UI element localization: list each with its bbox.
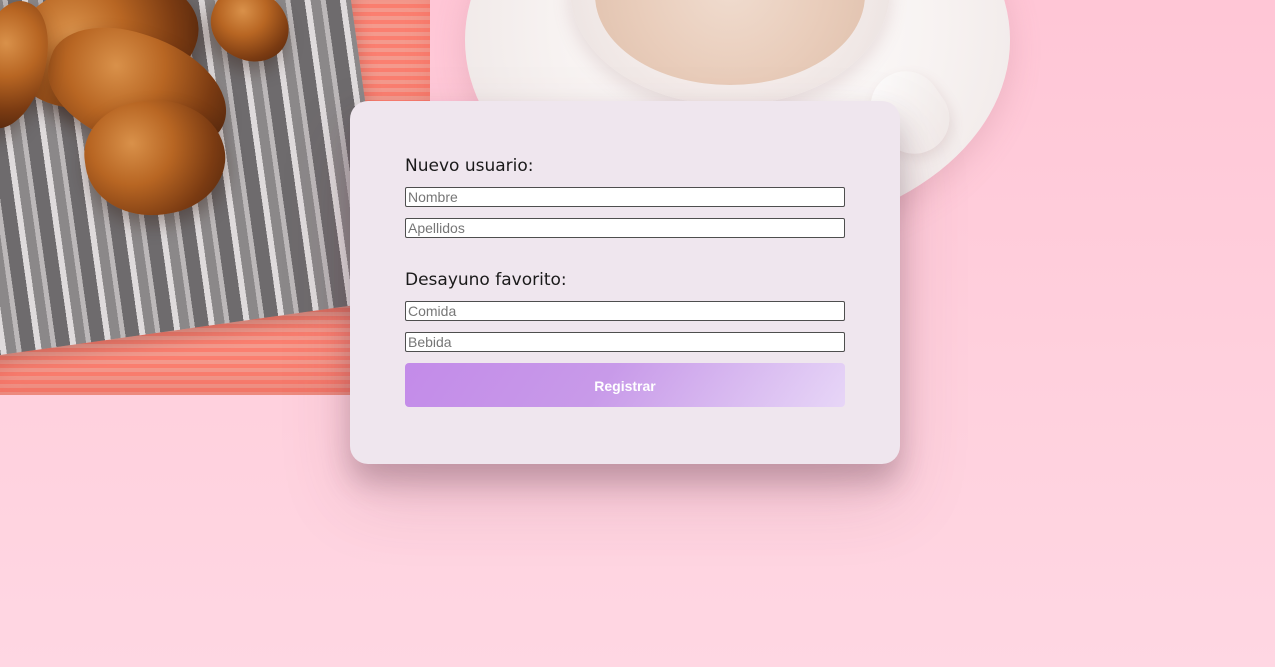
registration-form: Nuevo usuario: Desayuno favorito: Regist… [405, 156, 845, 407]
last-name-input[interactable] [405, 218, 845, 238]
form-spacing [405, 290, 845, 301]
first-name-input[interactable] [405, 187, 845, 207]
section-spacing [405, 238, 845, 270]
form-spacing [405, 207, 845, 218]
drink-input[interactable] [405, 332, 845, 352]
registration-card: Nuevo usuario: Desayuno favorito: Regist… [350, 101, 900, 464]
form-spacing [405, 352, 845, 363]
register-button[interactable]: Registrar [405, 363, 845, 407]
form-spacing [405, 176, 845, 187]
favorite-breakfast-label: Desayuno favorito: [405, 270, 567, 290]
form-spacing [405, 321, 845, 332]
food-input[interactable] [405, 301, 845, 321]
registration-page: Nuevo usuario: Desayuno favorito: Regist… [0, 0, 1275, 667]
new-user-label: Nuevo usuario: [405, 156, 534, 176]
